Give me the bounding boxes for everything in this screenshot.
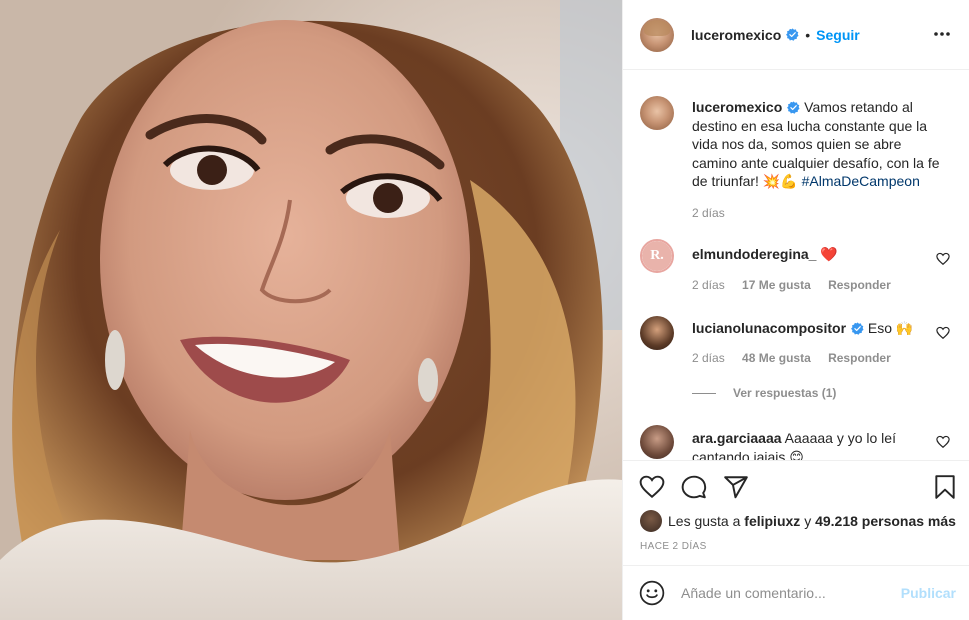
- follow-button[interactable]: Seguir: [816, 27, 860, 43]
- comment-meta: 2 días 48 Me gusta Responder: [692, 351, 905, 365]
- caption-avatar[interactable]: [640, 96, 674, 130]
- caption-row: luceromexico Vamos retando al destino en…: [640, 96, 960, 226]
- comment-time: 2 días: [692, 278, 725, 292]
- portrait-illustration: [0, 0, 622, 620]
- action-bar: [623, 460, 969, 512]
- heart-icon[interactable]: [639, 474, 665, 500]
- more-options-icon[interactable]: [930, 22, 954, 46]
- likes-prefix: Les gusta a: [668, 513, 741, 529]
- comment-input[interactable]: [681, 585, 881, 601]
- instagram-post-view: luceromexico • Seguir luceromexico Vamos…: [0, 0, 969, 620]
- caption-meta: 2 días: [692, 206, 739, 220]
- add-comment-bar: Publicar: [623, 565, 969, 620]
- caption-username[interactable]: luceromexico: [692, 99, 782, 115]
- liker-avatar[interactable]: [640, 510, 662, 532]
- comment-username[interactable]: elmundoderegina_: [692, 246, 816, 262]
- post-side-panel: luceromexico • Seguir luceromexico Vamos…: [622, 0, 969, 620]
- verified-badge-icon: [787, 101, 800, 114]
- header-separator: •: [805, 26, 811, 43]
- verified-badge-icon: [851, 322, 864, 335]
- comment-avatar[interactable]: [640, 316, 674, 350]
- likes-summary: Les gusta a felipiuxz y 49.218 personas …: [640, 510, 956, 532]
- comment-text: elmundoderegina_ ❤️: [692, 245, 942, 264]
- view-replies-button[interactable]: Ver respuestas (1): [692, 386, 836, 400]
- author-username[interactable]: luceromexico: [691, 27, 781, 43]
- likes-joiner: y: [804, 513, 812, 529]
- comment-text: lucianolunacompositor Eso 🙌: [692, 319, 942, 338]
- replies-divider: [692, 392, 716, 394]
- publish-button[interactable]: Publicar: [901, 585, 956, 601]
- heart-icon[interactable]: [936, 252, 950, 266]
- liker-username[interactable]: felipiuxz: [744, 513, 800, 529]
- comment-body: Eso 🙌: [867, 320, 914, 336]
- comment-avatar-letter: R.: [642, 241, 672, 271]
- heart-icon[interactable]: [936, 326, 950, 340]
- comment-likes[interactable]: 48 Me gusta: [742, 351, 811, 365]
- comment-avatar[interactable]: [640, 425, 674, 459]
- view-replies-label: Ver respuestas (1): [733, 386, 837, 400]
- comment-row: lucianolunacompositor Eso 🙌 2 días 48 Me…: [640, 316, 960, 376]
- author-avatar[interactable]: [640, 17, 674, 52]
- post-header: luceromexico • Seguir: [623, 0, 969, 70]
- comment-icon[interactable]: [681, 474, 707, 500]
- share-icon[interactable]: [723, 474, 749, 500]
- bookmark-icon[interactable]: [932, 474, 958, 500]
- caption-text: luceromexico Vamos retando al destino en…: [692, 98, 942, 191]
- comment-avatar[interactable]: R.: [640, 239, 674, 273]
- comment-heart-emoji: ❤️: [820, 246, 838, 262]
- post-timestamp[interactable]: HACE 2 DÍAS: [640, 541, 707, 552]
- comment-username[interactable]: lucianolunacompositor: [692, 320, 846, 336]
- post-photo[interactable]: [0, 0, 622, 620]
- reply-button[interactable]: Responder: [828, 278, 891, 292]
- comment-meta: 2 días 17 Me gusta Responder: [692, 278, 905, 292]
- likes-count[interactable]: 49.218 personas más: [815, 513, 956, 529]
- comment-text: ara.garciaaaa Aaaaaa y yo lo leí cantand…: [692, 429, 942, 460]
- comment-username[interactable]: ara.garciaaaa: [692, 430, 782, 446]
- comment-row: R. elmundoderegina_ ❤️ 2 días 17 Me gust…: [640, 239, 960, 299]
- caption-hashtag[interactable]: #AlmaDeCampeon: [802, 173, 920, 189]
- caption-time: 2 días: [692, 206, 725, 220]
- emoji-icon[interactable]: [639, 580, 665, 606]
- comment-row: ara.garciaaaa Aaaaaa y yo lo leí cantand…: [640, 425, 960, 460]
- verified-badge-icon: [786, 28, 799, 41]
- heart-icon[interactable]: [936, 435, 950, 449]
- comments-list[interactable]: luceromexico Vamos retando al destino en…: [623, 71, 969, 460]
- comment-likes[interactable]: 17 Me gusta: [742, 278, 811, 292]
- comment-time: 2 días: [692, 351, 725, 365]
- reply-button[interactable]: Responder: [828, 351, 891, 365]
